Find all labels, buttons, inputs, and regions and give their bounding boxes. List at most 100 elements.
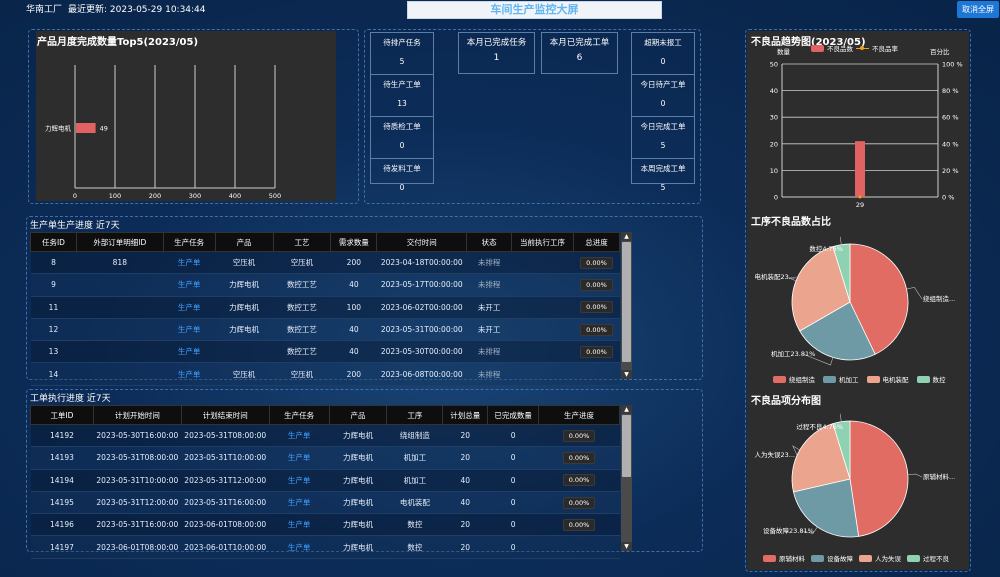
production-scrollbar[interactable]: ▲ ▼ bbox=[621, 232, 632, 379]
scroll-thumb[interactable] bbox=[622, 415, 631, 477]
table-row[interactable]: 14 生产单 空压机 空压机 200 2023-06-08T00:00:00 未排程 bbox=[30, 362, 620, 386]
stat-label: 待排产任务 bbox=[383, 38, 421, 47]
legend-item[interactable]: 过程不良 bbox=[907, 553, 949, 563]
stat-month-tasks: 本月已完成任务 1 bbox=[458, 32, 535, 74]
table-row[interactable]: 14193 2023-05-31T08:00:00 2023-05-31T10:00… bbox=[30, 446, 620, 470]
table-cell[interactable]: 生产单 bbox=[269, 446, 330, 470]
table-cell[interactable]: 生产单 bbox=[163, 318, 216, 342]
legend-label[interactable]: 设备故障 bbox=[827, 553, 853, 563]
table-cell[interactable]: 生产单 bbox=[269, 424, 330, 448]
column-header[interactable]: 任务ID bbox=[30, 232, 77, 252]
column-header[interactable]: 外部订单明细ID bbox=[75, 232, 164, 252]
table-row[interactable]: 13 生产单 数控工艺 40 2023-05-30T00:00:00 未排程 0.00% bbox=[30, 340, 620, 364]
legend-swatch[interactable] bbox=[823, 375, 836, 383]
legend-label[interactable]: 人为失误 bbox=[875, 553, 901, 563]
table-row[interactable]: 14197 2023-06-01T08:00:00 2023-06-01T10:00… bbox=[30, 535, 620, 559]
top5-chart: 0 100 200 300 400 500 力辉电机 49 bbox=[45, 65, 281, 200]
legend-item[interactable]: 机加工 bbox=[823, 374, 859, 384]
legend-label[interactable]: 过程不良 bbox=[923, 553, 949, 563]
legend-swatch[interactable] bbox=[907, 554, 920, 562]
table-cell: 2023-05-31T10:00:00 bbox=[181, 446, 270, 470]
table-cell[interactable]: 生产单 bbox=[269, 491, 330, 515]
legend-swatch[interactable] bbox=[811, 554, 824, 562]
column-header[interactable]: 计划总量 bbox=[442, 405, 489, 425]
table-row[interactable]: 14196 2023-05-31T16:00:00 2023-06-01T08:00… bbox=[30, 513, 620, 537]
legend-item[interactable]: 电机装配 bbox=[866, 374, 909, 384]
stat-month-workorders: 本月已完成工单 6 bbox=[541, 32, 618, 74]
legend-item[interactable]: 绕组制造 bbox=[773, 374, 815, 384]
table-row[interactable]: 8 818 生产单 空压机 空压机 200 2023-04-18T00:00:00 未排程 0.… bbox=[30, 251, 620, 275]
table-cell[interactable]: 生产单 bbox=[163, 362, 216, 386]
column-header[interactable]: 交付时间 bbox=[376, 232, 468, 252]
table-cell: 力辉电机 bbox=[215, 273, 273, 297]
column-header[interactable]: 生产任务 bbox=[162, 232, 216, 252]
stat-value: 13 bbox=[397, 99, 407, 108]
table-cell bbox=[76, 273, 164, 297]
column-header[interactable]: 工单ID bbox=[30, 405, 94, 425]
column-header[interactable]: 产品 bbox=[214, 232, 274, 252]
column-header[interactable]: 计划开始时间 bbox=[92, 405, 182, 425]
column-header[interactable]: 总进度 bbox=[572, 232, 621, 252]
table-row[interactable]: 14192 2023-05-30T16:00:00 2023-05-31T08:00… bbox=[30, 424, 620, 448]
table-cell[interactable]: 生产单 bbox=[269, 469, 330, 492]
column-header[interactable]: 已完成数量 bbox=[487, 405, 540, 425]
table-cell[interactable]: 生产单 bbox=[163, 273, 216, 297]
column-header[interactable]: 状态 bbox=[466, 232, 513, 252]
legend-label[interactable]: 电机装配 bbox=[883, 374, 909, 384]
table-row[interactable]: 9 生产单 力辉电机 数控工艺 40 2023-05-17T00:00:00 未排程 0.00… bbox=[30, 273, 620, 297]
scroll-down-icon[interactable]: ▼ bbox=[621, 370, 632, 379]
column-header[interactable]: 生产任务 bbox=[268, 405, 330, 425]
production-table: 任务ID 外部订单明细ID 生产任务 产品 工艺 需求数量 交付时间 状态 当前执行工序 总进度 … bbox=[30, 232, 621, 386]
legend-swatch[interactable] bbox=[916, 375, 930, 383]
table-cell[interactable]: 生产单 bbox=[163, 340, 216, 364]
column-header[interactable]: 工序 bbox=[386, 405, 444, 425]
legend-swatch[interactable] bbox=[866, 375, 880, 383]
stat-label: 本月已完成工单 bbox=[549, 38, 610, 48]
scroll-thumb[interactable] bbox=[622, 242, 631, 362]
legend-label[interactable]: 绕组制造 bbox=[789, 374, 815, 384]
scroll-up-icon[interactable]: ▲ bbox=[621, 405, 632, 414]
pie-leader-line bbox=[907, 473, 923, 478]
x-tick-label: 300 bbox=[189, 192, 201, 200]
column-header[interactable]: 需求数量 bbox=[330, 232, 378, 252]
table-cell[interactable]: 生产单 bbox=[163, 251, 216, 275]
stats-right-column: 超期未报工 0 今日待产工单 0 今日完成工单 5 本周完成工单 5 bbox=[631, 32, 695, 192]
legend-label[interactable]: 机加工 bbox=[839, 374, 859, 384]
legend-swatch[interactable] bbox=[859, 554, 872, 562]
legend-label[interactable]: 原辅材料 bbox=[779, 553, 805, 563]
type-pie-legend: 原辅材料 设备故障 人为失误 过程不良 bbox=[763, 553, 949, 563]
legend-swatch[interactable] bbox=[763, 554, 776, 562]
stat-item: 待质检工单 0 bbox=[371, 117, 433, 159]
process-pie-legend: 绕组制造 机加工 电机装配 数控 bbox=[773, 374, 946, 384]
work-scrollbar[interactable]: ▲ ▼ bbox=[621, 405, 632, 551]
legend-item[interactable]: 人为失误 bbox=[859, 553, 901, 563]
x-tick-label: 0 bbox=[73, 192, 77, 200]
exit-fullscreen-button[interactable]: 取消全屏 bbox=[957, 1, 999, 18]
scroll-up-icon[interactable]: ▲ bbox=[621, 232, 632, 241]
legend-label[interactable]: 数控 bbox=[933, 374, 946, 384]
table-row[interactable]: 14194 2023-05-31T10:00:00 2023-05-31T12:00… bbox=[30, 469, 620, 492]
production-progress-panel: 生产单生产进度 近7天 任务ID 外部订单明细ID 生产任务 产品 工艺 需求数量 交付时间… bbox=[26, 216, 703, 386]
table-cell[interactable]: 生产单 bbox=[269, 513, 330, 537]
scroll-down-icon[interactable]: ▼ bbox=[621, 542, 632, 551]
column-header[interactable]: 工艺 bbox=[272, 232, 332, 252]
table-cell: 0.00% bbox=[538, 469, 620, 492]
stat-item: 待发料工单 0 bbox=[371, 159, 433, 200]
progress-badge: 0.00% bbox=[580, 345, 613, 358]
table-cell[interactable]: 生产单 bbox=[163, 296, 216, 319]
column-header[interactable]: 当前执行工序 bbox=[511, 232, 574, 252]
column-header[interactable]: 生产进度 bbox=[538, 405, 620, 425]
table-row[interactable]: 14195 2023-05-31T12:00:00 2023-05-31T16:00… bbox=[30, 491, 620, 515]
table-row[interactable]: 11 生产单 力辉电机 数控工艺 100 2023-06-02T00:00:00 未开工 0.… bbox=[30, 296, 620, 319]
table-cell: 14196 bbox=[30, 513, 94, 537]
table-cell[interactable]: 生产单 bbox=[269, 535, 330, 559]
legend-item[interactable]: 数控 bbox=[916, 374, 946, 384]
table-row[interactable]: 12 生产单 力辉电机 数控工艺 40 2023-05-31T00:00:00 未开工 0.0… bbox=[30, 318, 620, 342]
legend-item[interactable]: 设备故障 bbox=[811, 553, 853, 563]
legend-swatch[interactable] bbox=[773, 375, 786, 383]
column-header[interactable]: 计划结束时间 bbox=[180, 405, 270, 425]
legend-item[interactable]: 原辅材料 bbox=[763, 553, 805, 563]
table-cell bbox=[573, 362, 620, 386]
stat-label: 待质检工单 bbox=[383, 122, 421, 131]
column-header[interactable]: 产品 bbox=[328, 405, 388, 425]
